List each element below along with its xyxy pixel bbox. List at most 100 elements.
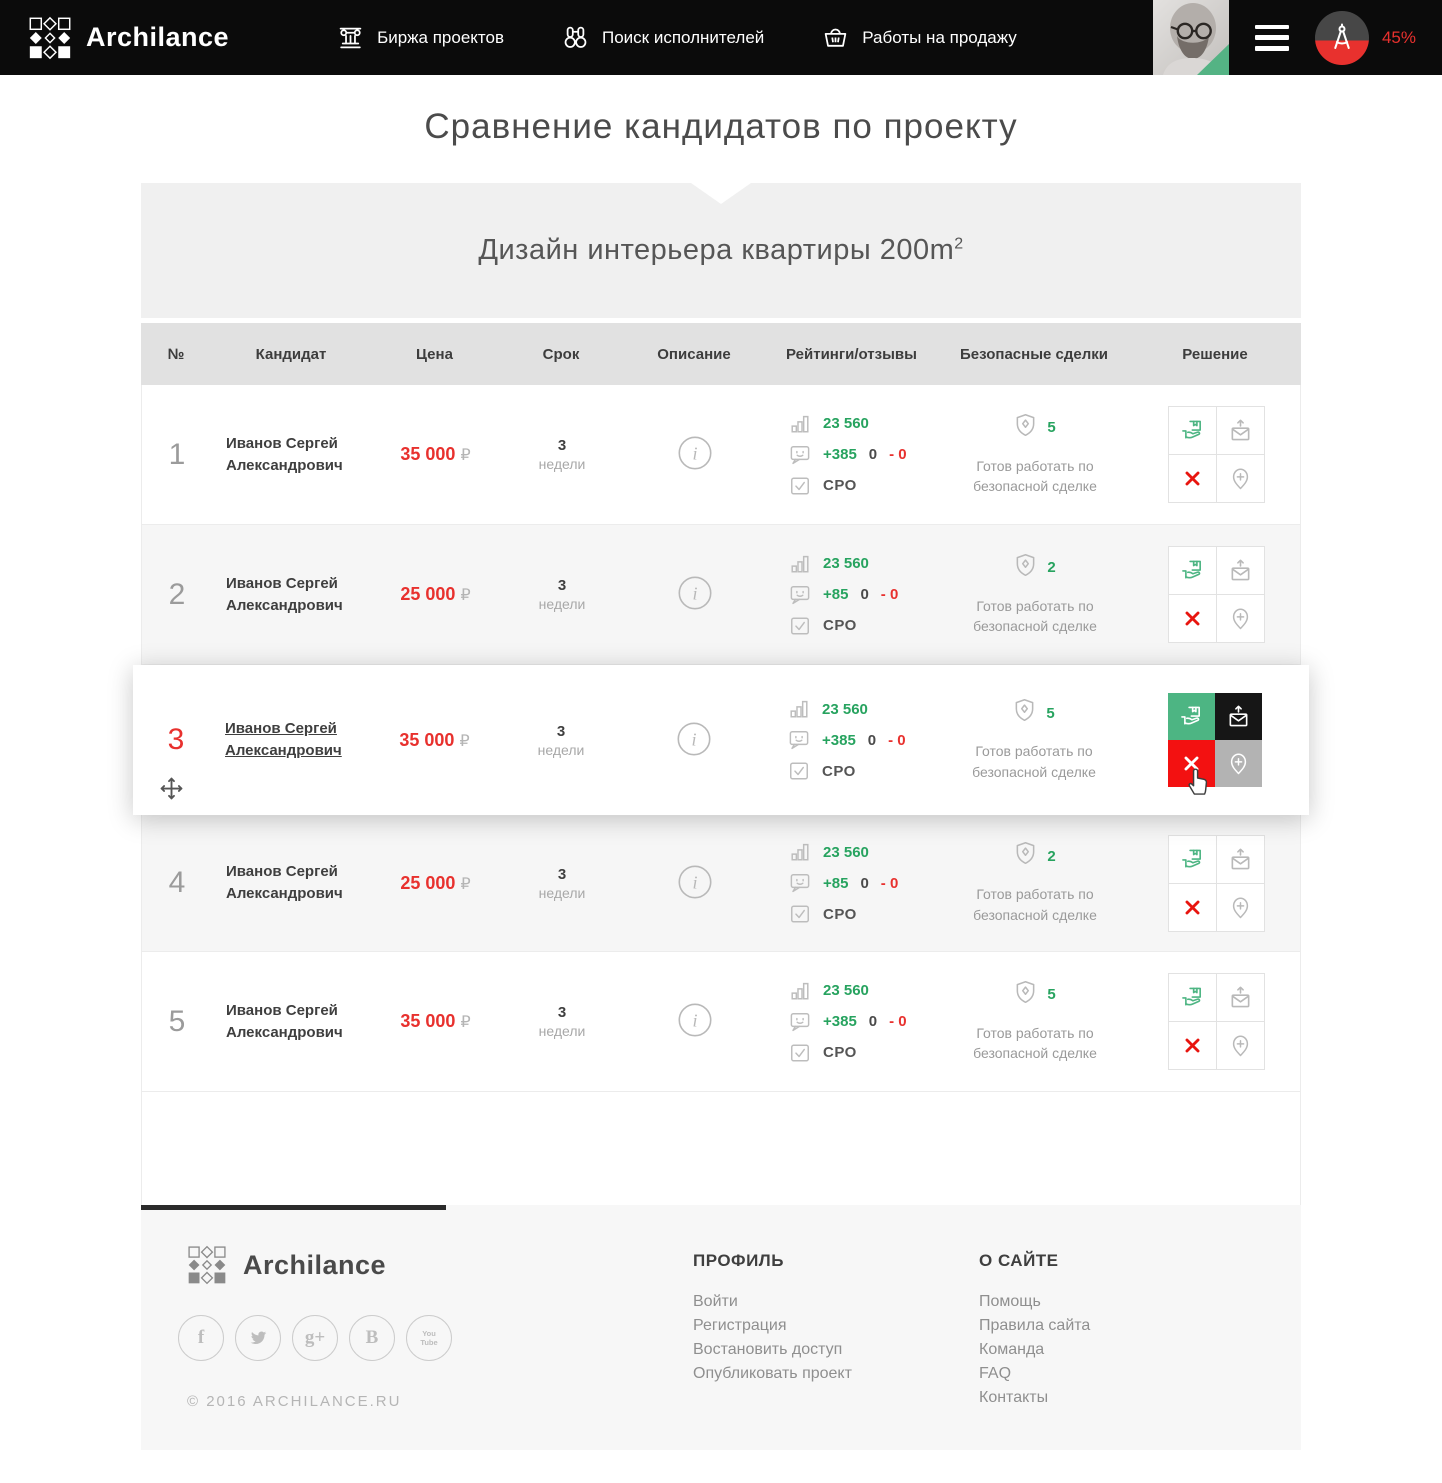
candidate-name[interactable]: Иванов Сергей Александрович [226, 433, 358, 477]
send-message-button[interactable] [1217, 836, 1264, 883]
offer-deal-button[interactable] [1169, 407, 1216, 454]
footer-link-publish-project[interactable]: Опубликовать проект [693, 1362, 979, 1386]
info-icon[interactable] [676, 721, 712, 760]
candidate-name[interactable]: Иванов Сергей Александрович [226, 573, 358, 617]
nav-item-projects-exchange[interactable]: Биржа проектов [337, 24, 504, 51]
add-location-button[interactable] [1217, 884, 1264, 931]
reviews-neutral: 0 [860, 586, 868, 603]
term-unit: недели [539, 596, 586, 612]
youtube-icon[interactable]: You Tube [406, 1315, 452, 1361]
currency-ruble: ₽ [460, 874, 470, 894]
add-location-button[interactable] [1217, 595, 1264, 642]
term-value: 3 [558, 866, 566, 883]
profile-completion-gauge[interactable] [1315, 11, 1369, 65]
term-value: 3 [557, 723, 565, 740]
decision-buttons [1168, 406, 1265, 503]
term-unit: недели [539, 1023, 586, 1039]
info-icon[interactable] [677, 864, 713, 903]
brand-logo[interactable]: Archilance [0, 16, 229, 60]
shield-icon [1014, 841, 1037, 871]
candidate-name[interactable]: Иванов Сергей Александрович [226, 861, 358, 905]
safe-deals-count: 5 [1047, 986, 1055, 1003]
col-header-term: Срок [498, 346, 624, 363]
vk-icon[interactable]: B [349, 1315, 395, 1361]
candidate-name[interactable]: Иванов Сергей Александрович [226, 1000, 358, 1044]
pin-plus-icon [1229, 607, 1252, 630]
footer-link-help[interactable]: Помощь [979, 1290, 1090, 1314]
add-location-button[interactable] [1217, 455, 1264, 502]
nav-label: Работы на продажу [862, 28, 1017, 48]
copyright: © 2016 ARCHILANCE.RU [187, 1393, 693, 1410]
footer-link-team[interactable]: Команда [979, 1338, 1090, 1362]
candidate-name[interactable]: Иванов Сергей Александрович [225, 718, 357, 762]
currency-ruble: ₽ [459, 731, 469, 751]
info-icon[interactable] [677, 575, 713, 614]
nav-item-find-performers[interactable]: Поиск исполнителей [562, 24, 764, 51]
row-number: 4 [169, 866, 186, 900]
term-value: 3 [558, 437, 566, 454]
footer-link-restore-access[interactable]: Востановить доступ [693, 1338, 979, 1362]
price-value: 25 000 [400, 584, 455, 605]
hamburger-menu-icon[interactable] [1255, 25, 1289, 51]
send-message-button[interactable] [1217, 407, 1264, 454]
offer-deal-button[interactable] [1169, 836, 1216, 883]
project-title: Дизайн интерьера квартиры 200m2 [478, 234, 963, 267]
row-number: 3 [168, 723, 185, 757]
footer-link-register[interactable]: Регистрация [693, 1314, 979, 1338]
footer-brand-logo[interactable]: Archilance [187, 1245, 693, 1285]
youtube-glyph: You Tube [417, 1329, 441, 1347]
offer-deal-button[interactable] [1169, 974, 1216, 1021]
send-message-button[interactable] [1217, 547, 1264, 594]
checkbox-icon [789, 615, 811, 637]
mail-up-icon [1227, 705, 1250, 728]
footer-link-contacts[interactable]: Контакты [979, 1386, 1090, 1410]
column-icon [337, 24, 364, 51]
footer-link-rules[interactable]: Правила сайта [979, 1314, 1090, 1338]
reject-button[interactable] [1169, 1022, 1216, 1069]
page-title: Сравнение кандидатов по проекту [0, 75, 1442, 183]
candidate-row[interactable]: 4 Иванов Сергей Александрович 25 000 ₽ 3… [141, 815, 1301, 952]
reject-button[interactable] [1169, 455, 1216, 502]
reviews-bubble-icon [789, 444, 811, 466]
google-plus-icon[interactable]: g+ [292, 1315, 338, 1361]
safe-deals-text: Готов работать по безопасной сделке [948, 884, 1123, 925]
candidate-row-active[interactable]: 3 Иванов Сергей Александрович 35 000 ₽ 3… [133, 665, 1309, 815]
hand-box-icon [1180, 705, 1203, 728]
candidate-row[interactable]: 2 Иванов Сергей Александрович 25 000 ₽ 3… [141, 525, 1301, 665]
footer-column-title: ПРОФИЛЬ [693, 1251, 979, 1271]
facebook-icon[interactable]: f [178, 1315, 224, 1361]
decision-buttons [1168, 835, 1265, 932]
safe-deals-text: Готов работать по безопасной сделке [948, 596, 1123, 637]
archilance-logo-icon [28, 16, 72, 60]
info-icon[interactable] [677, 1002, 713, 1041]
reject-button[interactable] [1169, 884, 1216, 931]
safe-deals-count: 2 [1047, 559, 1055, 576]
cert-label: СРО [823, 1044, 857, 1061]
send-message-button[interactable] [1217, 974, 1264, 1021]
reject-button[interactable] [1168, 740, 1215, 787]
candidate-row[interactable]: 5 Иванов Сергей Александрович 35 000 ₽ 3… [141, 952, 1301, 1092]
currency-ruble: ₽ [460, 445, 470, 465]
move-cursor-icon[interactable] [159, 776, 184, 801]
checkbox-icon [789, 475, 811, 497]
add-location-button[interactable] [1217, 1022, 1264, 1069]
nav-item-works-for-sale[interactable]: Работы на продажу [822, 24, 1017, 51]
reviews-neutral: 0 [869, 446, 877, 463]
chart-bars-icon [788, 698, 810, 720]
info-icon[interactable] [677, 435, 713, 474]
send-message-button[interactable] [1215, 693, 1262, 740]
reject-button[interactable] [1169, 595, 1216, 642]
offer-deal-button[interactable] [1168, 693, 1215, 740]
add-location-button[interactable] [1215, 740, 1262, 787]
candidate-row[interactable]: 1 Иванов Сергей Александрович 35 000 ₽ 3… [141, 385, 1301, 525]
offer-deal-button[interactable] [1169, 547, 1216, 594]
nav-label: Биржа проектов [377, 28, 504, 48]
shield-icon [1014, 980, 1037, 1010]
col-header-price: Цена [371, 346, 498, 363]
footer-link-faq[interactable]: FAQ [979, 1362, 1090, 1386]
reviews-negative: - 0 [888, 732, 906, 749]
twitter-icon[interactable] [235, 1315, 281, 1361]
row-number: 1 [169, 438, 186, 472]
user-avatar[interactable] [1153, 0, 1229, 75]
footer-link-login[interactable]: Войти [693, 1290, 979, 1314]
